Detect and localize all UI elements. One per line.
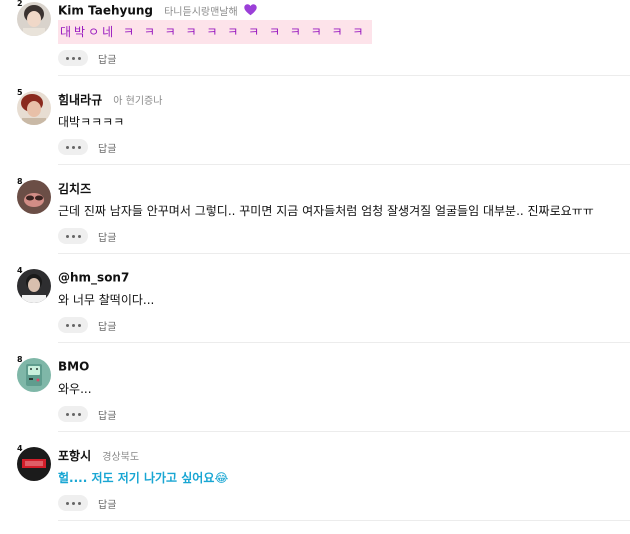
comment-actions: 답글: [58, 317, 116, 333]
more-options-button[interactable]: [58, 495, 88, 511]
divider: [58, 164, 630, 165]
dot-icon: [71, 145, 75, 149]
reply-button[interactable]: 답글: [98, 140, 116, 155]
reply-button[interactable]: 답글: [98, 229, 116, 244]
dot-icon: [77, 412, 81, 416]
author-name[interactable]: 힘내라규: [58, 93, 102, 107]
author-name[interactable]: Kim Taehyung: [58, 4, 153, 18]
more-options-button[interactable]: [58, 317, 88, 333]
dot-icon: [71, 56, 75, 60]
divider: [58, 253, 630, 254]
comment-text-body: 헐.... 저도 저기 나가고 싶어요: [58, 471, 215, 485]
divider: [58, 342, 630, 343]
dot-icon: [65, 323, 69, 327]
more-options-button[interactable]: [58, 406, 88, 422]
comment-item: 2 Kim Taehyung 타니듣시랑맨날해 대박ㅇ네 ㅋ ㅋ ㅋ ㅋ ㅋ ㅋ…: [0, 0, 630, 89]
comment-actions: 답글: [58, 495, 116, 511]
level-badge: 4: [17, 266, 23, 275]
dot-icon: [77, 501, 81, 505]
author-subtitle: 아 현기증나: [113, 96, 163, 107]
author-subtitle: 경상북도: [102, 452, 140, 463]
dot-icon: [77, 234, 81, 238]
level-badge: 5: [17, 88, 23, 97]
reply-button[interactable]: 답글: [98, 51, 116, 66]
level-badge: 8: [17, 177, 23, 186]
author-subtitle: 타니듣시랑맨날해: [164, 7, 238, 18]
comment-actions: 답글: [58, 50, 116, 66]
comment-item: 8 BMO 와우... 답글: [0, 355, 630, 445]
more-options-button[interactable]: [58, 139, 88, 155]
divider: [58, 431, 630, 432]
comment-text: 대박ㅇ네 ㅋ ㅋ ㅋ ㅋ ㅋ ㅋ ㅋ ㅋ ㅋ ㅋ ㅋ ㅋ: [58, 20, 373, 44]
more-options-button[interactable]: [58, 228, 88, 244]
comment-actions: 답글: [58, 228, 116, 244]
dot-icon: [65, 56, 69, 60]
dot-icon: [77, 145, 81, 149]
dot-icon: [71, 412, 75, 416]
comment-item: 4 포항시 경상북도 헐.... 저도 저기 나가고 싶어요😂 답글: [0, 444, 630, 534]
comment-meta: 힘내라규 아 현기증나: [58, 89, 163, 107]
comment-item: 8 김치즈 근데 진짜 남자들 안꾸며서 그렇디.. 꾸미면 지금 여자들처럼 …: [0, 177, 630, 267]
comment-text: 헐.... 저도 저기 나가고 싶어요😂: [58, 469, 228, 486]
reply-button[interactable]: 답글: [98, 496, 116, 511]
divider: [58, 75, 630, 76]
author-name[interactable]: BMO: [58, 360, 89, 374]
divider: [58, 520, 630, 521]
comment-text: 와 너무 찰떡이다...: [58, 293, 155, 307]
comment-meta: 김치즈: [58, 178, 91, 196]
comment-actions: 답글: [58, 406, 116, 422]
comment-text: 와우...: [58, 382, 92, 396]
level-badge: 4: [17, 444, 23, 453]
comment-text: 대박ㅋㅋㅋㅋ: [58, 115, 125, 129]
comment-meta: Kim Taehyung 타니듣시랑맨날해: [58, 0, 257, 18]
comment-item: 4 @hm_son7 와 너무 찰떡이다... 답글: [0, 266, 630, 356]
dot-icon: [65, 412, 69, 416]
purple-heart-icon: [244, 1, 257, 20]
comment-meta: BMO: [58, 356, 89, 374]
dot-icon: [65, 234, 69, 238]
level-badge: 8: [17, 355, 23, 364]
comment-actions: 답글: [58, 139, 116, 155]
author-name[interactable]: 포항시: [58, 449, 91, 463]
dot-icon: [71, 323, 75, 327]
comment-text: 근데 진짜 남자들 안꾸며서 그렇디.. 꾸미면 지금 여자들처럼 엄청 잘생겨…: [58, 204, 594, 218]
dot-icon: [77, 323, 81, 327]
dot-icon: [77, 56, 81, 60]
level-badge: 2: [17, 0, 23, 8]
author-name[interactable]: @hm_son7: [58, 271, 129, 285]
dot-icon: [71, 501, 75, 505]
dot-icon: [65, 145, 69, 149]
comment-item: 5 힘내라규 아 현기증나 대박ㅋㅋㅋㅋ 답글: [0, 88, 630, 178]
author-name[interactable]: 김치즈: [58, 182, 91, 196]
dot-icon: [65, 501, 69, 505]
laughing-tears-emoji: 😂: [214, 471, 229, 485]
comment-meta: @hm_son7: [58, 267, 129, 285]
reply-button[interactable]: 답글: [98, 407, 116, 422]
dot-icon: [71, 234, 75, 238]
comment-list: 2 Kim Taehyung 타니듣시랑맨날해 대박ㅇ네 ㅋ ㅋ ㅋ ㅋ ㅋ ㅋ…: [0, 0, 630, 534]
comment-meta: 포항시 경상북도: [58, 445, 140, 463]
reply-button[interactable]: 답글: [98, 318, 116, 333]
more-options-button[interactable]: [58, 50, 88, 66]
